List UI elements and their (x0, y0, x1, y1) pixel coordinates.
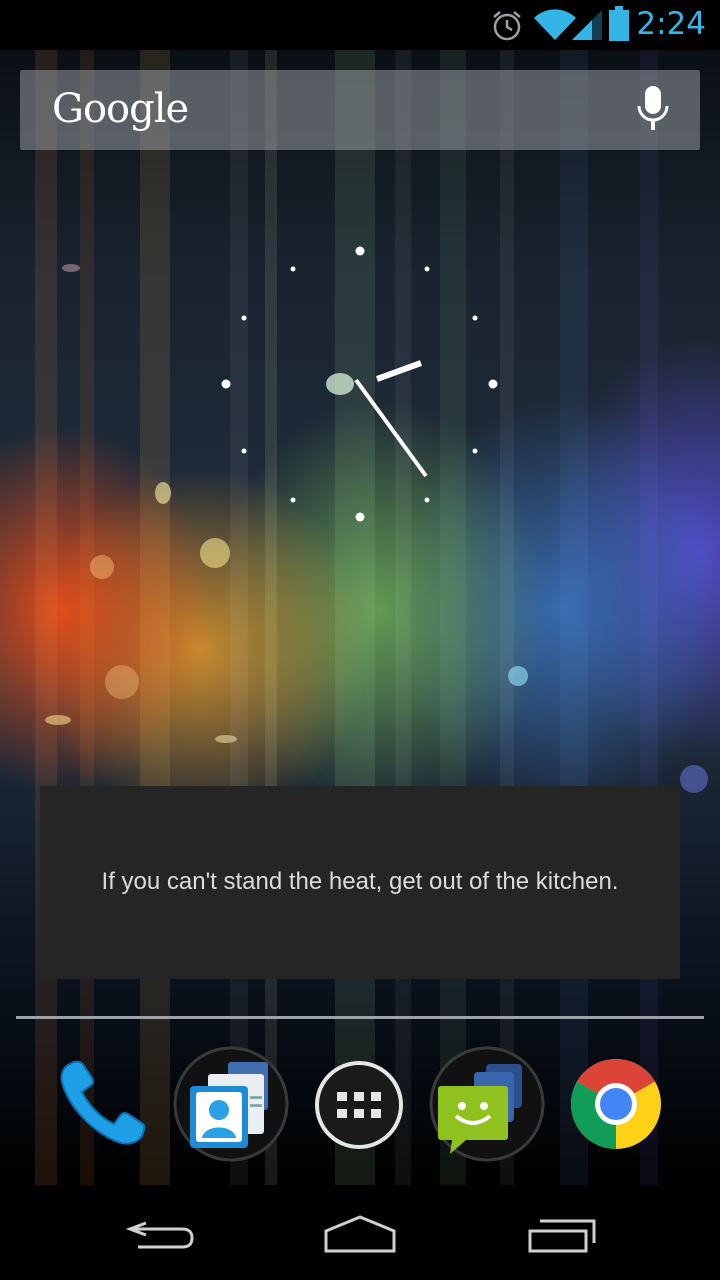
wifi-icon (534, 9, 576, 40)
alarm-icon (493, 11, 521, 41)
back-icon[interactable] (124, 1215, 196, 1255)
contacts-icon[interactable] (172, 1046, 290, 1162)
quote-widget[interactable]: If you can't stand the heat, get out of … (40, 786, 680, 979)
wallpaper (0, 50, 720, 1185)
quote-text: If you can't stand the heat, get out of … (101, 868, 619, 895)
google-logo: Google (52, 86, 189, 132)
navigation-bar (0, 1185, 720, 1280)
status-bar: 2:24 (0, 0, 720, 50)
apps-grid-icon[interactable] (314, 1060, 404, 1150)
home-icon[interactable] (322, 1213, 398, 1255)
clock-hour-hand (375, 360, 423, 382)
google-search-bar[interactable]: Google (20, 70, 700, 150)
status-time: 2:24 (636, 6, 706, 42)
dock-divider (16, 1016, 704, 1019)
recents-icon[interactable] (526, 1215, 598, 1255)
chrome-icon[interactable] (570, 1058, 662, 1150)
analog-clock[interactable] (210, 235, 510, 535)
mic-icon[interactable] (636, 86, 670, 134)
clock-minute-hand (354, 378, 428, 478)
signal-icon (572, 10, 602, 40)
messaging-icon[interactable] (428, 1046, 546, 1162)
battery-icon (609, 6, 629, 41)
phone-icon[interactable] (56, 1058, 152, 1150)
